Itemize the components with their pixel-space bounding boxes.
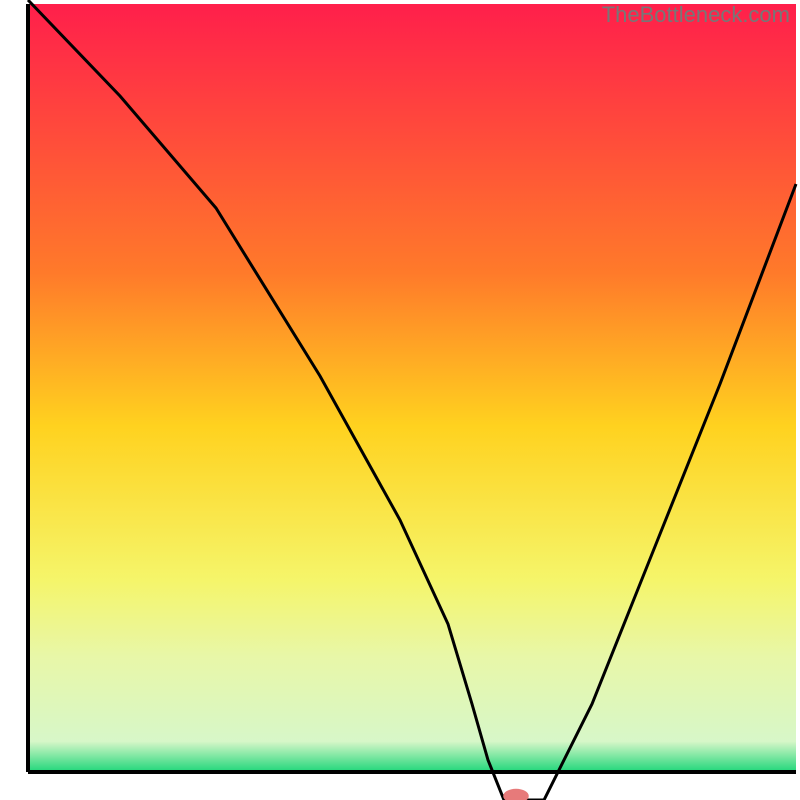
plot-background [28, 4, 796, 772]
watermark-text: TheBottleneck.com [602, 2, 790, 28]
optimal-marker [503, 789, 529, 800]
bottleneck-chart: TheBottleneck.com [0, 0, 800, 800]
chart-svg [0, 0, 800, 800]
